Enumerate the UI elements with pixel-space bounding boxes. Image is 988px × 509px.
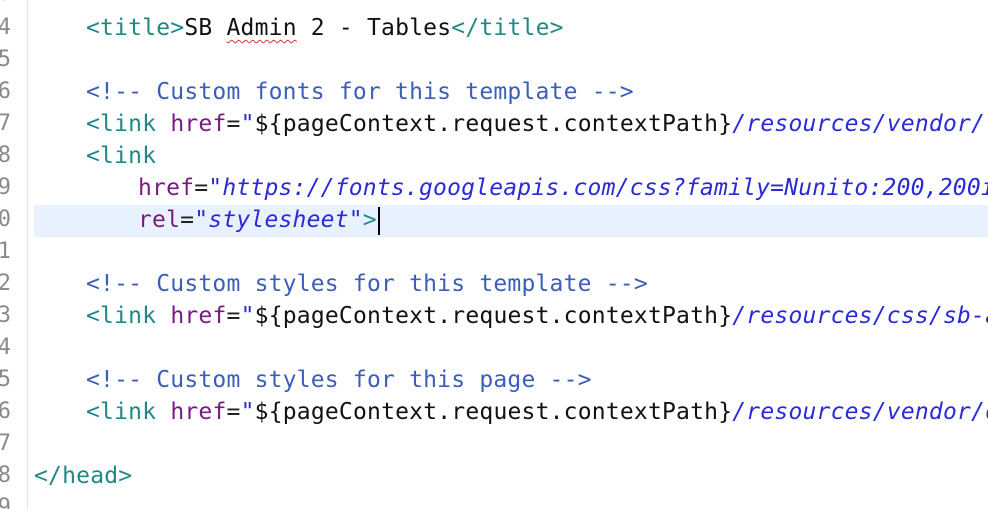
el-expression: ${pageContext.request.contextPath} — [254, 303, 733, 329]
el-expression: ${pageContext.request.contextPath} — [254, 399, 733, 425]
quote: " — [240, 111, 255, 137]
spellcheck-word: Admin — [226, 15, 297, 41]
line-number: 4 — [0, 15, 11, 40]
line-number: 9 — [0, 495, 11, 509]
code-line[interactable]: 6 <link href="${pageContext.request.cont… — [0, 396, 988, 428]
code-content: <link — [86, 140, 156, 172]
code-line[interactable]: 2 <!-- Custom styles for this template -… — [0, 268, 988, 300]
code-content: <link href="${pageContext.request.contex… — [86, 108, 988, 140]
attribute-name: href — [170, 111, 227, 137]
tag-name: <link — [86, 143, 157, 169]
attribute-name: rel — [138, 207, 181, 233]
tag-open: <title> — [86, 15, 185, 41]
code-content: </head> — [34, 460, 132, 492]
code-content: <link href="${pageContext.request.contex… — [86, 396, 988, 428]
equals-sign: = — [226, 111, 241, 137]
code-line[interactable]: 7 <link href="${pageContext.request.cont… — [0, 108, 988, 140]
quote: " — [240, 303, 255, 329]
equals-sign: = — [180, 207, 195, 233]
text-caret — [377, 206, 380, 235]
code-line[interactable]: 9 href="https://fonts.googleapis.com/css… — [0, 172, 988, 204]
code-line[interactable]: 5 — [0, 44, 988, 76]
attribute-name: href — [170, 399, 227, 425]
code-line[interactable]: 1 — [0, 236, 988, 268]
line-number: 7 — [0, 431, 11, 456]
code-line[interactable]: 0 rel="stylesheet"> — [0, 204, 988, 236]
tag-name: <link — [86, 111, 157, 137]
attribute-value: /resources/vendor/fontaw — [732, 111, 988, 137]
code-content: href="https://fonts.googleapis.com/css?f… — [138, 172, 988, 204]
attribute-value: /resources/vendor/datata — [732, 399, 988, 425]
line-number: 8 — [0, 143, 11, 168]
text: 2 - Tables — [296, 15, 452, 41]
code-line[interactable]: 8 <link — [0, 140, 988, 172]
code-content: rel="stylesheet"> — [138, 204, 380, 236]
line-number: 8 — [0, 463, 11, 488]
code-line[interactable]: 3 — [0, 0, 988, 10]
line-number: 7 — [0, 111, 11, 136]
equals-sign: = — [226, 303, 241, 329]
quote: " — [240, 399, 255, 425]
line-number: 5 — [0, 47, 11, 72]
text: SB — [184, 15, 227, 41]
code-line[interactable]: 6 <!-- Custom fonts for this template --… — [0, 76, 988, 108]
attribute-value: /resources/css/sb-admin- — [732, 303, 988, 329]
code-content: <title>SB Admin 2 - Tables</title> — [86, 12, 564, 44]
el-expression: ${pageContext.request.contextPath} — [254, 111, 733, 137]
line-number: 9 — [0, 175, 11, 200]
html-comment: <!-- Custom styles for this page --> — [86, 367, 592, 393]
line-number: 4 — [0, 335, 11, 360]
code-line[interactable]: 7 — [0, 428, 988, 460]
line-number: 1 — [0, 239, 11, 264]
line-number: 3 — [0, 303, 11, 328]
code-line[interactable]: 9 — [0, 492, 988, 509]
attribute-name: href — [138, 175, 195, 201]
attribute-value: "stylesheet" — [194, 207, 363, 233]
line-number: 6 — [0, 399, 11, 424]
attribute-value: "https://fonts.googleapis.com/css?family… — [208, 175, 988, 201]
code-content: <link href="${pageContext.request.contex… — [86, 300, 988, 332]
line-number: 5 — [0, 367, 11, 392]
code-editor[interactable]: 3 4 <title>SB Admin 2 - Tables</title> 5… — [0, 0, 988, 509]
tag-close: </head> — [34, 463, 133, 489]
code-line[interactable]: 5 <!-- Custom styles for this page --> — [0, 364, 988, 396]
code-line[interactable]: 8 </head> — [0, 460, 988, 492]
code-line[interactable]: 4 <title>SB Admin 2 - Tables</title> — [0, 12, 988, 44]
attribute-name: href — [170, 303, 227, 329]
html-comment: <!-- Custom styles for this template --> — [86, 271, 648, 297]
tag-name: <link — [86, 399, 157, 425]
code-line[interactable]: 4 — [0, 332, 988, 364]
tag-name: <link — [86, 303, 157, 329]
tag-close: > — [362, 207, 377, 233]
line-number: 0 — [0, 207, 11, 232]
equals-sign: = — [226, 399, 241, 425]
tag-close: </title> — [451, 15, 564, 41]
equals-sign: = — [194, 175, 209, 201]
html-comment: <!-- Custom fonts for this template --> — [86, 79, 634, 105]
code-line[interactable]: 3 <link href="${pageContext.request.cont… — [0, 300, 988, 332]
line-number: 6 — [0, 79, 11, 104]
line-number: 2 — [0, 271, 11, 296]
line-number: 3 — [0, 0, 11, 6]
